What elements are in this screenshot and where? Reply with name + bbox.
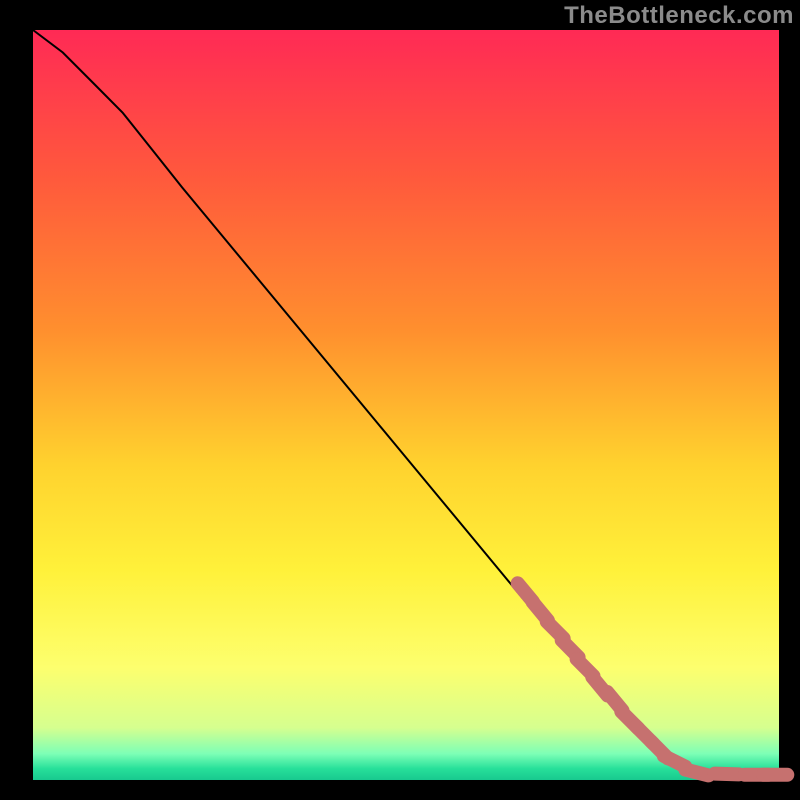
plot-background xyxy=(33,30,779,780)
data-marker xyxy=(715,774,739,775)
watermark-label: TheBottleneck.com xyxy=(564,2,794,30)
data-marker xyxy=(685,770,708,776)
chart-canvas xyxy=(0,0,800,800)
chart-stage: TheBottleneck.com xyxy=(0,0,800,800)
